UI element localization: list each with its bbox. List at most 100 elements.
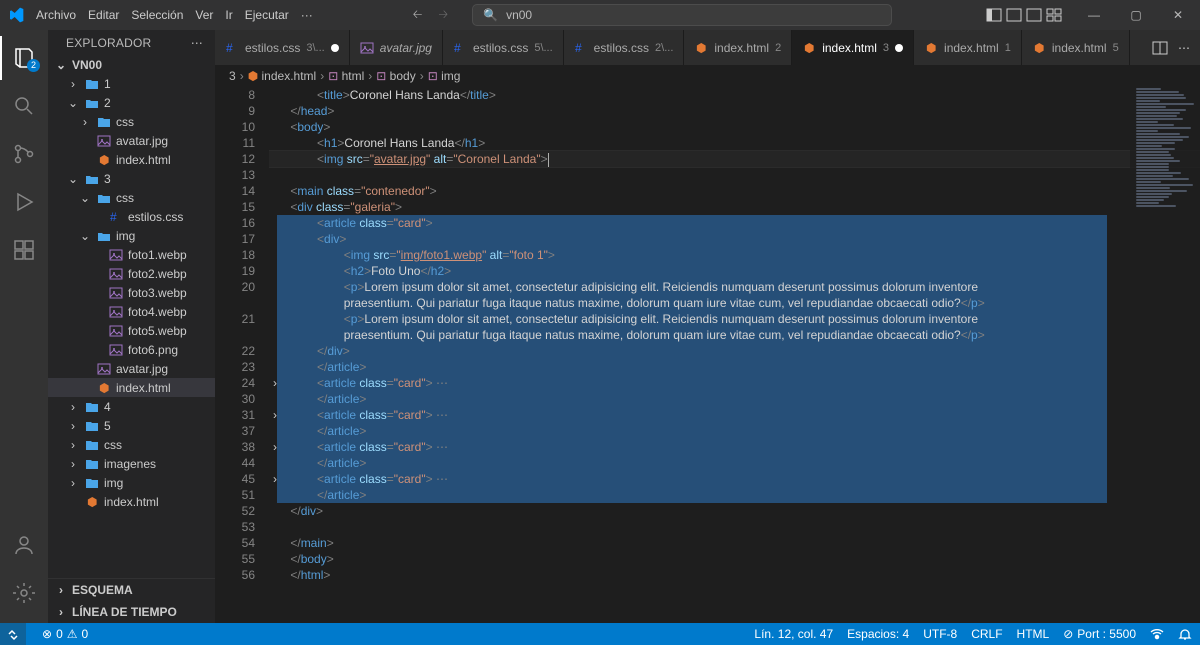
- nav-forward-icon[interactable]: 🡢: [438, 5, 448, 26]
- activity-explorer[interactable]: 2: [0, 36, 48, 80]
- layout-left-icon[interactable]: [986, 7, 1002, 23]
- menu-archivo[interactable]: Archivo: [30, 4, 82, 26]
- layout-customize-icon[interactable]: [1046, 7, 1062, 23]
- tab-estilos.css-5\...[interactable]: #estilos.css 5\...: [443, 30, 564, 65]
- svg-text:⬢: ⬢: [99, 381, 109, 395]
- svg-text:#: #: [454, 41, 461, 55]
- activity-account[interactable]: [0, 523, 48, 567]
- status-spaces[interactable]: Espacios: 4: [847, 627, 909, 641]
- status-language[interactable]: HTML: [1017, 627, 1050, 641]
- folder-2[interactable]: ⌄2: [48, 93, 215, 112]
- crumb-index.html[interactable]: ⬢ index.html: [248, 69, 317, 83]
- explorer-title: EXPLORADOR: [66, 36, 151, 50]
- timeline-section[interactable]: ›LÍNEA DE TIEMPO: [48, 601, 215, 623]
- crumb-html[interactable]: ⊡ html: [328, 69, 364, 83]
- file-index.html[interactable]: ⬢index.html: [48, 492, 215, 511]
- menu-ir[interactable]: Ir: [219, 4, 238, 26]
- titlebar: ArchivoEditarSelecciónVerIrEjecutar··· 🡠…: [0, 0, 1200, 30]
- activity-debug[interactable]: [0, 180, 48, 224]
- activity-scm[interactable]: [0, 132, 48, 176]
- window-close[interactable]: ✕: [1160, 1, 1196, 29]
- folder-5[interactable]: ›5: [48, 416, 215, 435]
- window-maximize[interactable]: ▢: [1118, 1, 1154, 29]
- file-avatar.jpg[interactable]: avatar.jpg: [48, 359, 215, 378]
- svg-text:#: #: [110, 210, 117, 224]
- folder-img[interactable]: ›img: [48, 473, 215, 492]
- layout-right-icon[interactable]: [1026, 7, 1042, 23]
- editor-tabs: #estilos.css 3\... avatar.jpg#estilos.cs…: [215, 30, 1200, 65]
- activity-search[interactable]: [0, 84, 48, 128]
- vscode-logo-icon: [4, 7, 28, 23]
- file-foto3.webp[interactable]: foto3.webp: [48, 283, 215, 302]
- status-eol[interactable]: CRLF: [971, 627, 1002, 641]
- main-menu: ArchivoEditarSelecciónVerIrEjecutar···: [30, 4, 319, 26]
- dirty-indicator: [331, 44, 339, 52]
- window-minimize[interactable]: ―: [1076, 1, 1112, 29]
- breadcrumb[interactable]: 3›⬢ index.html›⊡ html›⊡ body›⊡ img: [215, 65, 1200, 87]
- status-problems[interactable]: ⊗0 ⚠0: [42, 627, 88, 641]
- crumb-img[interactable]: ⊡ img: [428, 69, 461, 83]
- command-center[interactable]: 🔍 vn00: [472, 4, 892, 26]
- file-index.html[interactable]: ⬢index.html: [48, 378, 215, 397]
- tab-more-icon[interactable]: ⋯: [1178, 41, 1190, 55]
- nav-back-icon[interactable]: 🡠: [413, 5, 423, 26]
- tree-root[interactable]: ⌄VN00: [48, 56, 215, 74]
- tab-index.html-5[interactable]: ⬢index.html 5: [1022, 30, 1130, 65]
- activity-bar: 2: [0, 30, 48, 623]
- status-encoding[interactable]: UTF-8: [923, 627, 957, 641]
- folder-4[interactable]: ›4: [48, 397, 215, 416]
- folder-css[interactable]: ›css: [48, 112, 215, 131]
- svg-text:⬢: ⬢: [99, 153, 109, 167]
- svg-text:⬢: ⬢: [87, 495, 97, 509]
- menu-ver[interactable]: Ver: [189, 4, 219, 26]
- activity-settings[interactable]: [0, 571, 48, 615]
- folder-img[interactable]: ⌄img: [48, 226, 215, 245]
- folder-3[interactable]: ⌄3: [48, 169, 215, 188]
- layout-bottom-icon[interactable]: [1006, 7, 1022, 23]
- folder-css[interactable]: ›css: [48, 435, 215, 454]
- status-bar: ⊗0 ⚠0 Lín. 12, col. 47 Espacios: 4 UTF-8…: [0, 623, 1200, 645]
- svg-text:#: #: [226, 41, 233, 55]
- file-foto5.webp[interactable]: foto5.webp: [48, 321, 215, 340]
- tab-index.html-3[interactable]: ⬢index.html 3: [792, 30, 914, 65]
- explorer-panel: EXPLORADOR ⋯ ⌄VN00 ›1⌄2›cssavatar.jpg⬢in…: [48, 30, 215, 623]
- crumb-body[interactable]: ⊡ body: [376, 69, 415, 83]
- tab-avatar.jpg[interactable]: avatar.jpg: [350, 30, 443, 65]
- file-index.html[interactable]: ⬢index.html: [48, 150, 215, 169]
- status-ln-col[interactable]: Lín. 12, col. 47: [754, 627, 833, 641]
- menu-editar[interactable]: Editar: [82, 4, 125, 26]
- file-foto1.webp[interactable]: foto1.webp: [48, 245, 215, 264]
- explorer-more-icon[interactable]: ⋯: [191, 36, 203, 50]
- crumb-3[interactable]: 3: [229, 69, 236, 83]
- minimap[interactable]: [1130, 87, 1200, 623]
- folder-imagenes[interactable]: ›imagenes: [48, 454, 215, 473]
- menu-selección[interactable]: Selección: [125, 4, 189, 26]
- svg-text:⬢: ⬢: [696, 41, 706, 55]
- menu-···[interactable]: ···: [295, 4, 319, 26]
- svg-text:#: #: [575, 41, 582, 55]
- search-text: vn00: [506, 8, 532, 22]
- tab-index.html-1[interactable]: ⬢index.html 1: [914, 30, 1022, 65]
- outline-section[interactable]: ›ESQUEMA: [48, 579, 215, 601]
- explorer-badge: 2: [27, 59, 40, 72]
- status-broadcast-icon[interactable]: [1150, 627, 1164, 641]
- remote-indicator[interactable]: [0, 623, 26, 645]
- activity-extensions[interactable]: [0, 228, 48, 272]
- tab-index.html-2[interactable]: ⬢index.html 2: [684, 30, 792, 65]
- folder-css[interactable]: ⌄css: [48, 188, 215, 207]
- folder-1[interactable]: ›1: [48, 74, 215, 93]
- split-editor-icon[interactable]: [1152, 40, 1168, 56]
- file-estilos.css[interactable]: #estilos.css: [48, 207, 215, 226]
- tab-estilos.css-3\...[interactable]: #estilos.css 3\...: [215, 30, 350, 65]
- status-bell-icon[interactable]: [1178, 627, 1192, 641]
- tab-estilos.css-2\...[interactable]: #estilos.css 2\...: [564, 30, 685, 65]
- file-avatar.jpg[interactable]: avatar.jpg: [48, 131, 215, 150]
- editor-group: #estilos.css 3\... avatar.jpg#estilos.cs…: [215, 30, 1200, 623]
- svg-text:⬢: ⬢: [804, 41, 814, 55]
- code-editor[interactable]: 89101112131415161718192021222324›3031›37…: [215, 87, 1200, 623]
- status-liveserver[interactable]: ⊘ Port : 5500: [1063, 627, 1136, 641]
- menu-ejecutar[interactable]: Ejecutar: [239, 4, 295, 26]
- file-foto2.webp[interactable]: foto2.webp: [48, 264, 215, 283]
- file-foto6.png[interactable]: foto6.png: [48, 340, 215, 359]
- file-foto4.webp[interactable]: foto4.webp: [48, 302, 215, 321]
